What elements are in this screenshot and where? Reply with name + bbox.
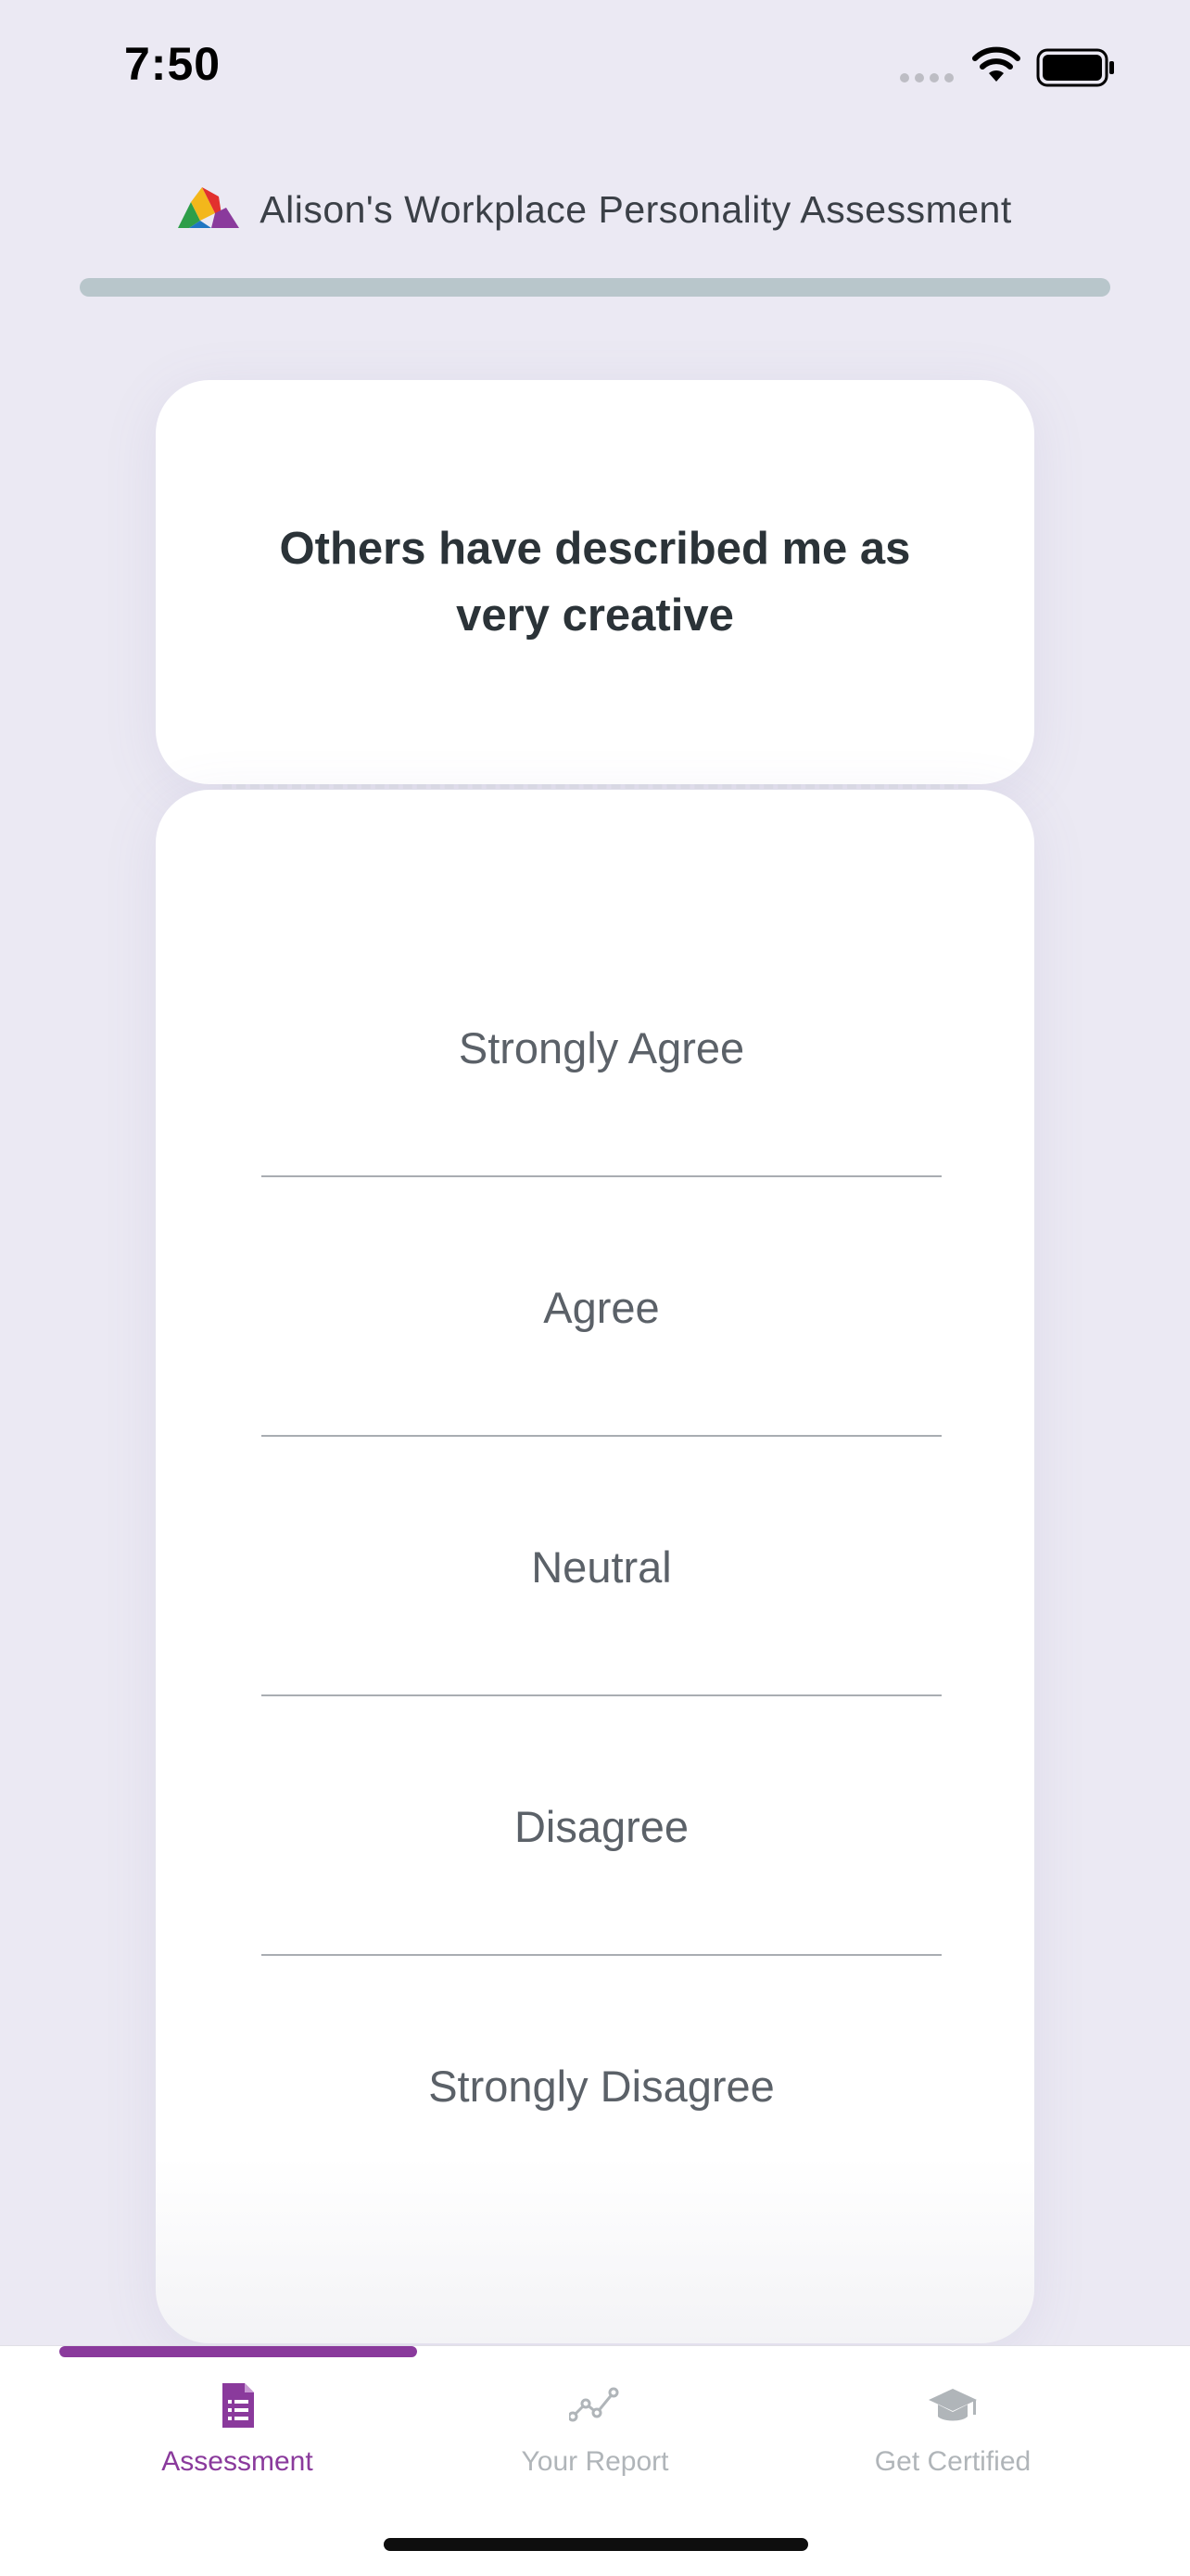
status-bar: 7:50 [0,0,1190,139]
question-card: Others have described me as very creativ… [156,380,1034,784]
answer-strongly-disagree[interactable]: Strongly Disagree [261,1956,942,2215]
tab-your-report[interactable]: Your Report [397,2379,793,2509]
answer-disagree[interactable]: Disagree [261,1696,942,1956]
app-header: Alison's Workplace Personality Assessmen… [0,176,1190,243]
answer-strongly-agree[interactable]: Strongly Agree [261,918,942,1177]
wifi-icon [972,46,1020,82]
answer-agree[interactable]: Agree [261,1177,942,1437]
tab-assessment-label: Assessment [161,2446,313,2477]
cellular-signal-icon [900,73,954,82]
alison-logo-icon [178,187,240,228]
card-perforation [222,784,968,789]
graduation-cap-icon [929,2389,977,2421]
battery-icon [1036,48,1114,87]
tab-your-report-label: Your Report [521,2446,669,2477]
active-tab-indicator [59,2346,417,2357]
answer-neutral[interactable]: Neutral [261,1437,942,1696]
tab-assessment[interactable]: Assessment [39,2379,436,2509]
app-title: Alison's Workplace Personality Assessmen… [260,187,1012,231]
report-chart-icon [569,2387,619,2422]
answer-card: Strongly Agree Agree Neutral Disagree St… [156,790,1034,2343]
tab-get-certified-label: Get Certified [874,2446,1032,2477]
assessment-progress-bar [80,278,1110,297]
home-indicator [384,2538,808,2551]
status-time: 7:50 [124,38,222,90]
assessment-form-icon [222,2383,254,2428]
question-text: Others have described me as very creativ… [279,524,911,641]
tab-get-certified[interactable]: Get Certified [754,2379,1151,2509]
